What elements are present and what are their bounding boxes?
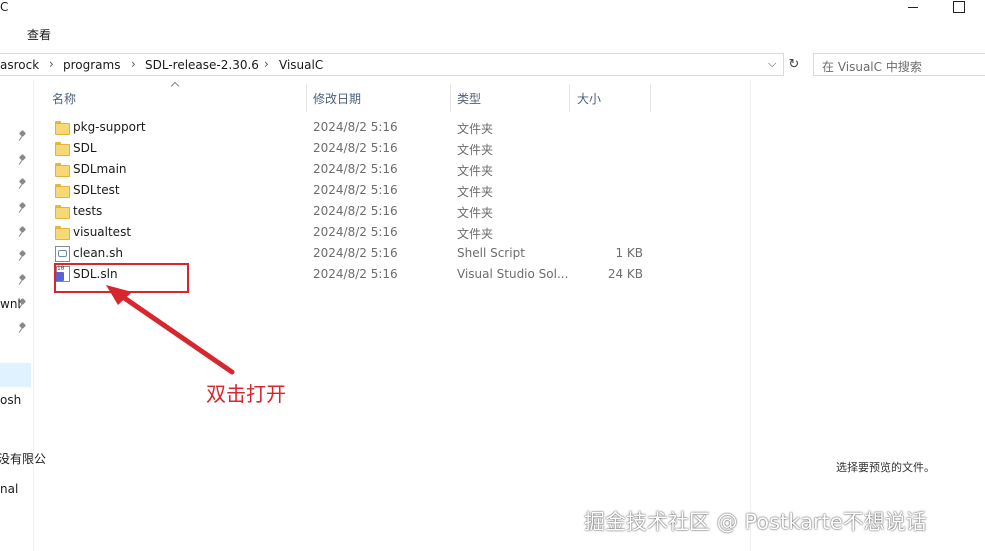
annotation-text: 双击打开 [206, 382, 286, 406]
watermark: 掘金技术社区 @ Postkarte不想说话 [584, 510, 927, 534]
annotation-arrow [106, 285, 235, 375]
